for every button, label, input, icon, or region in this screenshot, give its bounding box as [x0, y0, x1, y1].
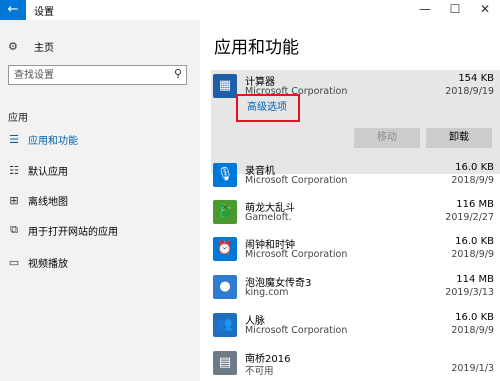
minimize-button[interactable]: —: [410, 0, 440, 20]
app-size: 116 MB: [456, 199, 494, 210]
default-apps-icon: ☷: [9, 163, 19, 177]
back-button[interactable]: ←: [0, 0, 26, 20]
gear-icon: ⚙: [8, 39, 18, 53]
app-date: 2019/2/27: [445, 212, 494, 223]
maximize-button[interactable]: ☐: [440, 0, 470, 20]
people-icon: 👥: [213, 313, 237, 337]
list-item[interactable]: ▤ 南桥2016 不可用 2019/1/3: [211, 347, 500, 381]
sidebar-home[interactable]: ⚙ 主页: [8, 37, 54, 55]
calculator-icon: ▦: [213, 74, 237, 98]
app-size: 154 KB: [458, 73, 494, 84]
sidebar-home-label: 主页: [34, 42, 54, 54]
list-item[interactable]: 🐉 萌龙大乱斗 Gameloft. 116 MB 2019/2/27: [211, 196, 500, 236]
nanqiao-icon: ▤: [213, 351, 237, 375]
sidebar: ⚙ 主页 ⚲ 应用 ☰ 应用和功能 ☷ 默认应用 ⊞ 离线地图 ⧉ 用于打开网站…: [0, 20, 200, 381]
app-date: 2018/9/9: [451, 325, 494, 336]
app-publisher: Microsoft Corporation: [245, 249, 348, 260]
app-publisher: Microsoft Corporation: [245, 325, 348, 336]
sidebar-item-web-apps[interactable]: ⧉ 用于打开网站的应用: [6, 221, 118, 239]
sidebar-item-label: 用于打开网站的应用: [28, 226, 118, 238]
app-publisher: 不可用: [245, 366, 274, 377]
sidebar-item-video-playback[interactable]: ▭ 视频播放: [6, 253, 68, 271]
app-publisher: Microsoft Corporation: [245, 175, 348, 186]
maximize-icon: ☐: [449, 2, 461, 16]
main-content: 应用和功能 ▦ 计算器 Microsoft Corporation 154 KB…: [200, 20, 500, 381]
apps-list-icon: ☰: [9, 132, 19, 146]
list-item[interactable]: ● 泡泡魔女传奇3 king.com 114 MB 2019/3/13: [211, 271, 500, 311]
app-size: 16.0 KB: [455, 236, 494, 247]
search-input[interactable]: [14, 68, 164, 82]
minimize-icon: —: [419, 2, 431, 16]
window-title: 设置: [34, 7, 54, 18]
uninstall-button[interactable]: 卸载: [426, 128, 492, 148]
search-icon[interactable]: ⚲: [174, 67, 182, 80]
title-bar: ← 设置 — ☐ ✕: [0, 0, 500, 20]
app-date: 2018/9/9: [451, 249, 494, 260]
app-size: 16.0 KB: [455, 312, 494, 323]
sidebar-item-label: 默认应用: [28, 166, 68, 178]
app-date: 2018/9/9: [451, 175, 494, 186]
app-publisher: king.com: [245, 287, 289, 298]
dragon-game-icon: 🐉: [213, 200, 237, 224]
app-date: 2019/1/3: [451, 363, 494, 374]
search-box: ⚲: [8, 65, 187, 85]
sidebar-section-title: 应用: [8, 113, 28, 124]
sidebar-item-offline-maps[interactable]: ⊞ 离线地图: [6, 191, 68, 209]
sidebar-item-label: 应用和功能: [28, 135, 78, 147]
back-arrow-icon: ←: [7, 2, 19, 17]
list-item[interactable]: ⏰ 闹钟和时钟 Microsoft Corporation 16.0 KB 20…: [211, 233, 500, 273]
app-date: 2018/9/19: [445, 86, 494, 97]
sidebar-item-apps-features[interactable]: ☰ 应用和功能: [6, 130, 78, 148]
list-item[interactable]: 🎙 录音机 Microsoft Corporation 16.0 KB 2018…: [211, 159, 500, 199]
map-icon: ⊞: [9, 193, 19, 207]
advanced-options-link[interactable]: 高级选项: [247, 98, 287, 113]
close-icon: ✕: [479, 2, 491, 16]
app-date: 2019/3/13: [445, 287, 494, 298]
bubble-game-icon: ●: [213, 275, 237, 299]
app-size: 114 MB: [456, 274, 494, 285]
sidebar-item-label: 离线地图: [28, 196, 68, 208]
microphone-icon: 🎙: [213, 163, 237, 187]
sidebar-item-default-apps[interactable]: ☷ 默认应用: [6, 161, 68, 179]
web-apps-icon: ⧉: [10, 223, 18, 236]
app-size: 16.0 KB: [455, 162, 494, 173]
close-button[interactable]: ✕: [470, 0, 500, 20]
video-icon: ▭: [8, 255, 20, 269]
alarm-clock-icon: ⏰: [213, 237, 237, 261]
list-item[interactable]: 👥 人脉 Microsoft Corporation 16.0 KB 2018/…: [211, 309, 500, 349]
page-title: 应用和功能: [214, 38, 299, 58]
move-button[interactable]: 移动: [354, 128, 420, 148]
app-publisher: Gameloft.: [245, 212, 292, 223]
sidebar-item-label: 视频播放: [28, 258, 68, 270]
